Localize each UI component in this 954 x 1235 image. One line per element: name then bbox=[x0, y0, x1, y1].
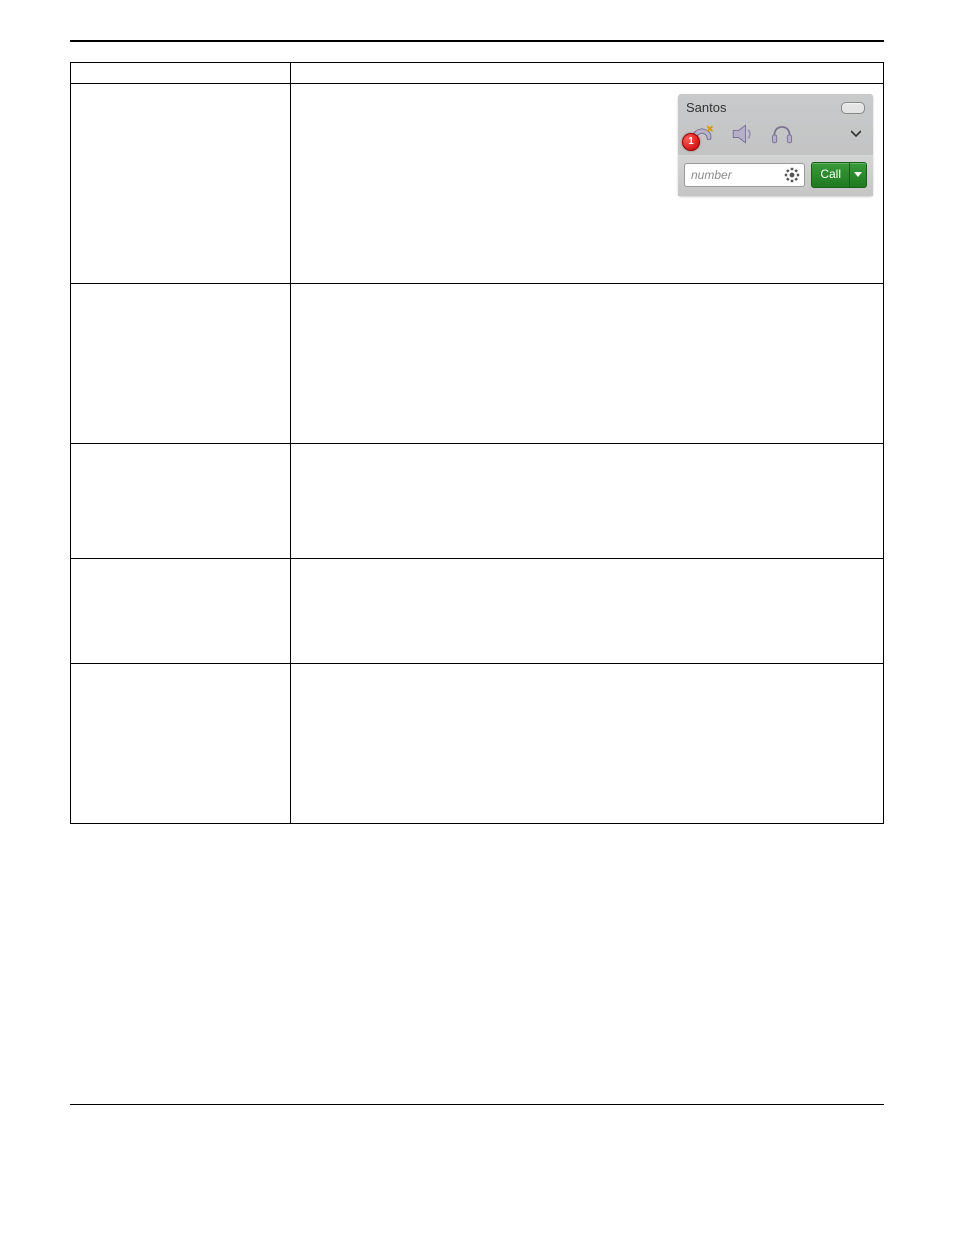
softphone-panel: Santos 1 bbox=[678, 94, 873, 196]
missed-call-badge: 1 bbox=[682, 133, 700, 151]
missed-call-icon[interactable]: 1 bbox=[688, 121, 716, 147]
reference-table: Santos 1 bbox=[70, 62, 884, 824]
cell-r2-c0 bbox=[71, 444, 291, 559]
cell-r2-c1 bbox=[290, 444, 884, 559]
chevron-down-icon[interactable] bbox=[851, 127, 865, 141]
cell-r3-c1 bbox=[290, 559, 884, 664]
table-header-2 bbox=[290, 63, 884, 84]
speaker-icon[interactable] bbox=[728, 121, 756, 147]
call-dropdown-button[interactable] bbox=[850, 162, 867, 188]
table-row bbox=[71, 559, 884, 664]
minimize-icon[interactable] bbox=[841, 102, 865, 114]
table-header-1 bbox=[71, 63, 291, 84]
cell-r0-c1: Santos 1 bbox=[290, 84, 884, 284]
table-row bbox=[71, 284, 884, 444]
cell-r0-c0 bbox=[71, 84, 291, 284]
cell-r1-c1 bbox=[290, 284, 884, 444]
call-button[interactable]: Call bbox=[811, 162, 850, 188]
headset-icon[interactable] bbox=[768, 121, 796, 147]
dial-input-placeholder: number bbox=[691, 168, 732, 182]
table-header-row bbox=[71, 63, 884, 84]
gear-icon[interactable] bbox=[784, 167, 800, 183]
cell-r3-c0 bbox=[71, 559, 291, 664]
table-row: Santos 1 bbox=[71, 84, 884, 284]
footer-rule bbox=[70, 1104, 884, 1105]
cell-r4-c1 bbox=[290, 664, 884, 824]
dial-input[interactable]: number bbox=[684, 163, 805, 187]
softphone-title: Santos bbox=[686, 100, 726, 115]
table-row bbox=[71, 664, 884, 824]
cell-r4-c0 bbox=[71, 664, 291, 824]
table-row bbox=[71, 444, 884, 559]
cell-r1-c0 bbox=[71, 284, 291, 444]
